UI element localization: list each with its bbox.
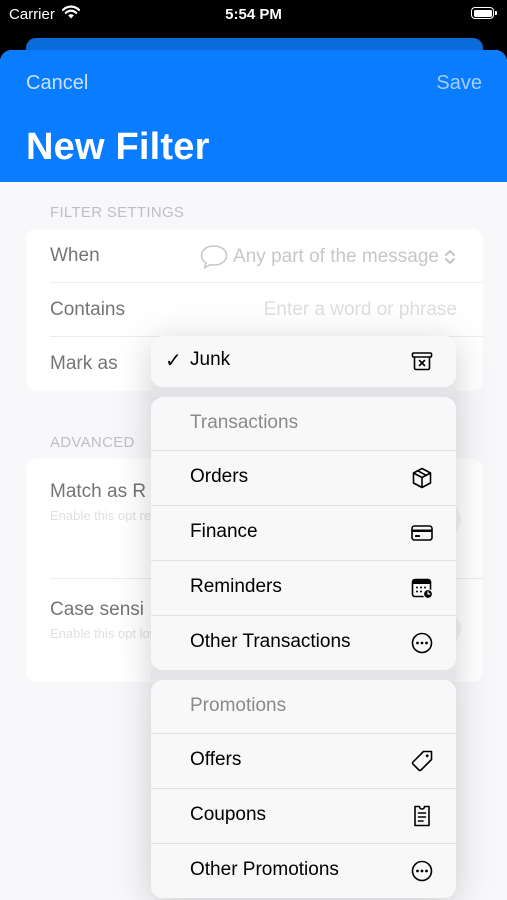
menu-item-junk[interactable]: ✓ Junk	[151, 336, 456, 387]
status-bar: Carrier 5:54 PM	[0, 0, 507, 30]
battery-icon	[471, 7, 497, 19]
credit-card-icon	[411, 525, 433, 541]
menu-item-label: Reminders	[190, 576, 282, 597]
menu-item-label: Coupons	[190, 804, 267, 825]
menu-item-orders[interactable]: Orders	[151, 451, 456, 505]
menu-item-coupons[interactable]: Coupons	[151, 788, 456, 843]
menu-item-finance[interactable]: Finance	[151, 505, 456, 560]
menu-item-label: Other Promotions	[190, 859, 339, 880]
box-icon	[412, 467, 432, 489]
menu-group-separator	[151, 670, 456, 680]
menu-group-selected: ✓ Junk	[151, 336, 456, 387]
calendar-clock-icon	[411, 578, 434, 600]
menu-section-label: Promotions	[190, 695, 287, 716]
menu-item-label: Other Transactions	[190, 631, 351, 652]
page-title: New Filter	[26, 126, 210, 168]
menu-group-transactions: Transactions Orders Finance Reminders Ot…	[151, 397, 456, 670]
navigation-header: Cancel Save New Filter	[0, 50, 507, 182]
trash-x-icon	[411, 352, 433, 371]
menu-group-separator	[151, 387, 456, 397]
menu-item-label: Finance	[190, 521, 258, 542]
menu-item-label: Offers	[190, 749, 242, 770]
menu-section-label: Transactions	[190, 412, 299, 433]
menu-item-reminders[interactable]: Reminders	[151, 560, 456, 615]
menu-item-other-transactions[interactable]: Other Transactions	[151, 615, 456, 670]
cancel-button[interactable]: Cancel	[26, 72, 88, 95]
menu-item-label: Orders	[190, 466, 249, 487]
menu-item-other-promotions[interactable]: Other Promotions	[151, 843, 456, 898]
mark-as-menu: ✓ Junk Transactions Orders Finance Remin…	[151, 336, 456, 898]
menu-section-header-promotions: Promotions	[151, 680, 456, 734]
ellipsis-circle-icon	[411, 632, 433, 654]
tag-icon	[411, 750, 433, 772]
clock: 5:54 PM	[225, 6, 282, 23]
coupon-icon	[414, 805, 430, 827]
save-button[interactable]: Save	[436, 72, 482, 95]
checkmark-icon: ✓	[165, 350, 182, 372]
menu-item-label: Junk	[190, 349, 231, 370]
menu-section-header-transactions: Transactions	[151, 397, 456, 451]
menu-group-promotions: Promotions Offers Coupons Other Promotio…	[151, 680, 456, 898]
menu-item-offers[interactable]: Offers	[151, 734, 456, 788]
ellipsis-circle-icon	[411, 860, 433, 882]
